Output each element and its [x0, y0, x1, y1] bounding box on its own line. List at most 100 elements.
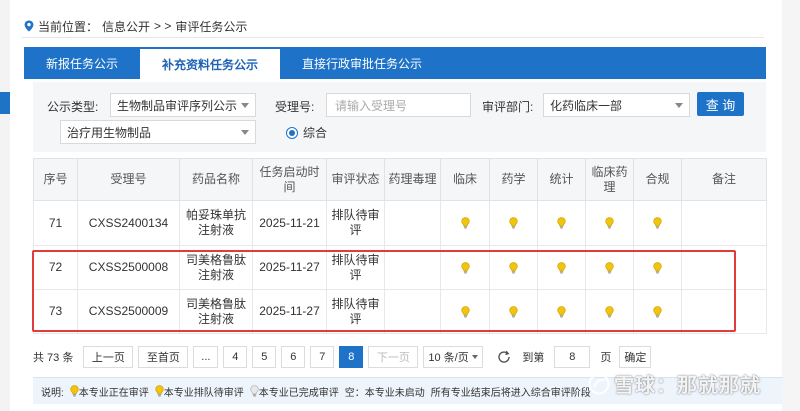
legend-comprehensive-label: 所有专业结束后将进入综合审评阶段: [430, 387, 591, 399]
header-no: 序号: [33, 158, 78, 201]
bulb-reviewing-icon: [70, 385, 79, 397]
cell-start-time: 2025-11-21: [252, 200, 327, 246]
cell-accept-number: CXSS2400134: [77, 200, 180, 246]
bulb-queued-icon: [460, 217, 470, 229]
legend-reviewing-label: 本专业正在审评: [78, 387, 149, 399]
location-pin-icon: [24, 20, 34, 32]
dept-select[interactable]: 化药临床一部: [543, 93, 690, 117]
cell-drug-name: 帕妥珠单抗注射液: [179, 200, 253, 246]
bulb-queued-icon: [557, 217, 566, 229]
dept-label: 审评部门:: [482, 100, 534, 114]
table-row: 71 CXSS2400134 帕妥珠单抗注射液 2025-11-21 排队待审评: [33, 200, 767, 246]
cell-pharmacology: [384, 200, 441, 246]
page-ellipsis[interactable]: ...: [193, 346, 219, 368]
bulb-queued-icon: [509, 217, 518, 229]
page-button-current[interactable]: 8: [339, 346, 364, 368]
header-review-status: 审评状态: [326, 158, 385, 201]
chevron-down-icon: [472, 355, 479, 359]
header-compliance: 合规: [633, 158, 682, 201]
bulb-queued-icon: [155, 385, 164, 397]
accept-number-placeholder: 请输入受理号: [335, 98, 408, 113]
pagination: 共 73 条 上一页 至首页 ... 4 5 6 7 8 下一页 10 条/页 …: [33, 345, 656, 369]
comprehensive-radio-group[interactable]: 综合: [286, 124, 327, 141]
left-nav-indicator: [0, 92, 10, 114]
header-pharmacy: 药学: [489, 158, 538, 201]
breadcrumb-home-link[interactable]: 信息公开: [102, 18, 150, 35]
accept-number-input[interactable]: 请输入受理号: [326, 93, 471, 117]
subtype-select[interactable]: 治疗用生物制品: [60, 120, 256, 144]
legend-completed-label: 本专业已完成审评: [258, 387, 339, 399]
watermark: 雪球：那就那就: [588, 369, 761, 398]
table-header-row: 序号 受理号 药品名称 任务启动时间 审评状态 药理毒理 临床 药学 统计 临床…: [33, 158, 767, 201]
legend-item-completed: 本专业已完成审评: [250, 384, 339, 399]
page-button-7[interactable]: 7: [310, 346, 335, 368]
breadcrumb-prefix: 当前位置：: [38, 19, 99, 34]
dept-select-value: 化药临床一部: [550, 98, 623, 113]
header-statistics: 统计: [537, 158, 586, 201]
type-label: 公示类型:: [47, 100, 99, 114]
breadcrumb-divider: [22, 37, 764, 38]
prev-page-button[interactable]: 上一页: [83, 346, 134, 368]
tab-direct-approval-tasks[interactable]: 直接行政审批任务公示: [280, 47, 444, 79]
page-button-5[interactable]: 5: [252, 346, 277, 368]
page-button-6[interactable]: 6: [281, 346, 306, 368]
watermark-text: 雪球：那就那就: [614, 375, 761, 397]
legend-title: 说明:: [41, 387, 64, 399]
legend-not-started-label: 空：本专业未启动: [344, 387, 425, 399]
breadcrumb-separator: > >: [154, 19, 172, 33]
tab-supplementary-tasks[interactable]: 补充资料任务公示: [140, 47, 281, 79]
next-page-button[interactable]: 下一页: [368, 346, 419, 368]
chevron-down-icon: [241, 102, 249, 108]
cell-review-status: 排队待审评: [326, 200, 385, 246]
per-page-select[interactable]: 10 条/页: [423, 346, 484, 368]
legend-queued-label: 本专业排队待审评: [163, 387, 244, 399]
cell-remarks: [681, 200, 767, 246]
tab-bar: 新报任务公示 补充资料任务公示 直接行政审批任务公示: [24, 47, 766, 79]
comprehensive-radio[interactable]: [286, 126, 298, 139]
bulb-queued-icon: [605, 217, 614, 229]
tab-new-tasks[interactable]: 新报任务公示: [24, 47, 140, 79]
header-accept-number: 受理号: [77, 158, 180, 201]
comprehensive-radio-label: 综合: [303, 126, 328, 140]
cell-no: 71: [33, 200, 78, 246]
chevron-down-icon: [675, 102, 683, 108]
legend-item-comprehensive: 所有专业结束后将进入综合审评阶段: [431, 384, 591, 399]
goto-label: 到第: [522, 352, 545, 364]
goto-page-input[interactable]: 8: [554, 346, 591, 368]
legend-item-queued: 本专业排队待审评: [155, 384, 244, 399]
chevron-down-icon: [241, 129, 249, 135]
highlight-box: [32, 250, 736, 332]
cell-statistics: [537, 200, 586, 246]
cell-pharmacy: [489, 200, 538, 246]
first-page-button[interactable]: 至首页: [138, 346, 189, 368]
cell-compliance: [633, 200, 682, 246]
type-select-value: 生物制品审评序列公示: [117, 98, 238, 113]
header-remarks: 备注: [681, 158, 767, 201]
header-drug-name: 药品名称: [179, 158, 253, 201]
breadcrumb: 当前位置： 信息公开 > > 审评任务公示: [24, 17, 251, 35]
subtype-select-value: 治疗用生物制品: [67, 125, 152, 140]
legend-item-not-started: 空：本专业未启动: [345, 384, 425, 399]
legend-item-reviewing: 本专业正在审评: [70, 384, 149, 399]
query-button[interactable]: 查 询: [697, 92, 744, 116]
per-page-value: 10 条/页: [428, 352, 469, 364]
goto-confirm-button[interactable]: 确定: [619, 346, 652, 368]
left-strip: [0, 0, 10, 411]
header-clinical-pharmacology: 临床药理: [585, 158, 634, 201]
page-unit: 页: [600, 352, 612, 364]
bulb-completed-icon: [250, 385, 259, 397]
header-start-time: 任务启动时间: [252, 158, 327, 201]
header-clinical: 临床: [440, 158, 490, 201]
header-pharmacology: 药理毒理: [384, 158, 441, 201]
right-scroll-area: [782, 0, 800, 411]
type-select[interactable]: 生物制品审评序列公示: [110, 93, 256, 117]
bulb-queued-icon: [653, 217, 662, 229]
total-count: 共 73 条: [33, 352, 74, 364]
cell-clinical: [440, 200, 490, 246]
refresh-icon[interactable]: [496, 349, 512, 365]
accept-label: 受理号:: [275, 100, 315, 114]
cell-clinical-pharmacology: [585, 200, 634, 246]
breadcrumb-current: 审评任务公示: [175, 19, 248, 34]
page-button-4[interactable]: 4: [223, 346, 248, 368]
snowball-logo-icon: [588, 373, 610, 394]
